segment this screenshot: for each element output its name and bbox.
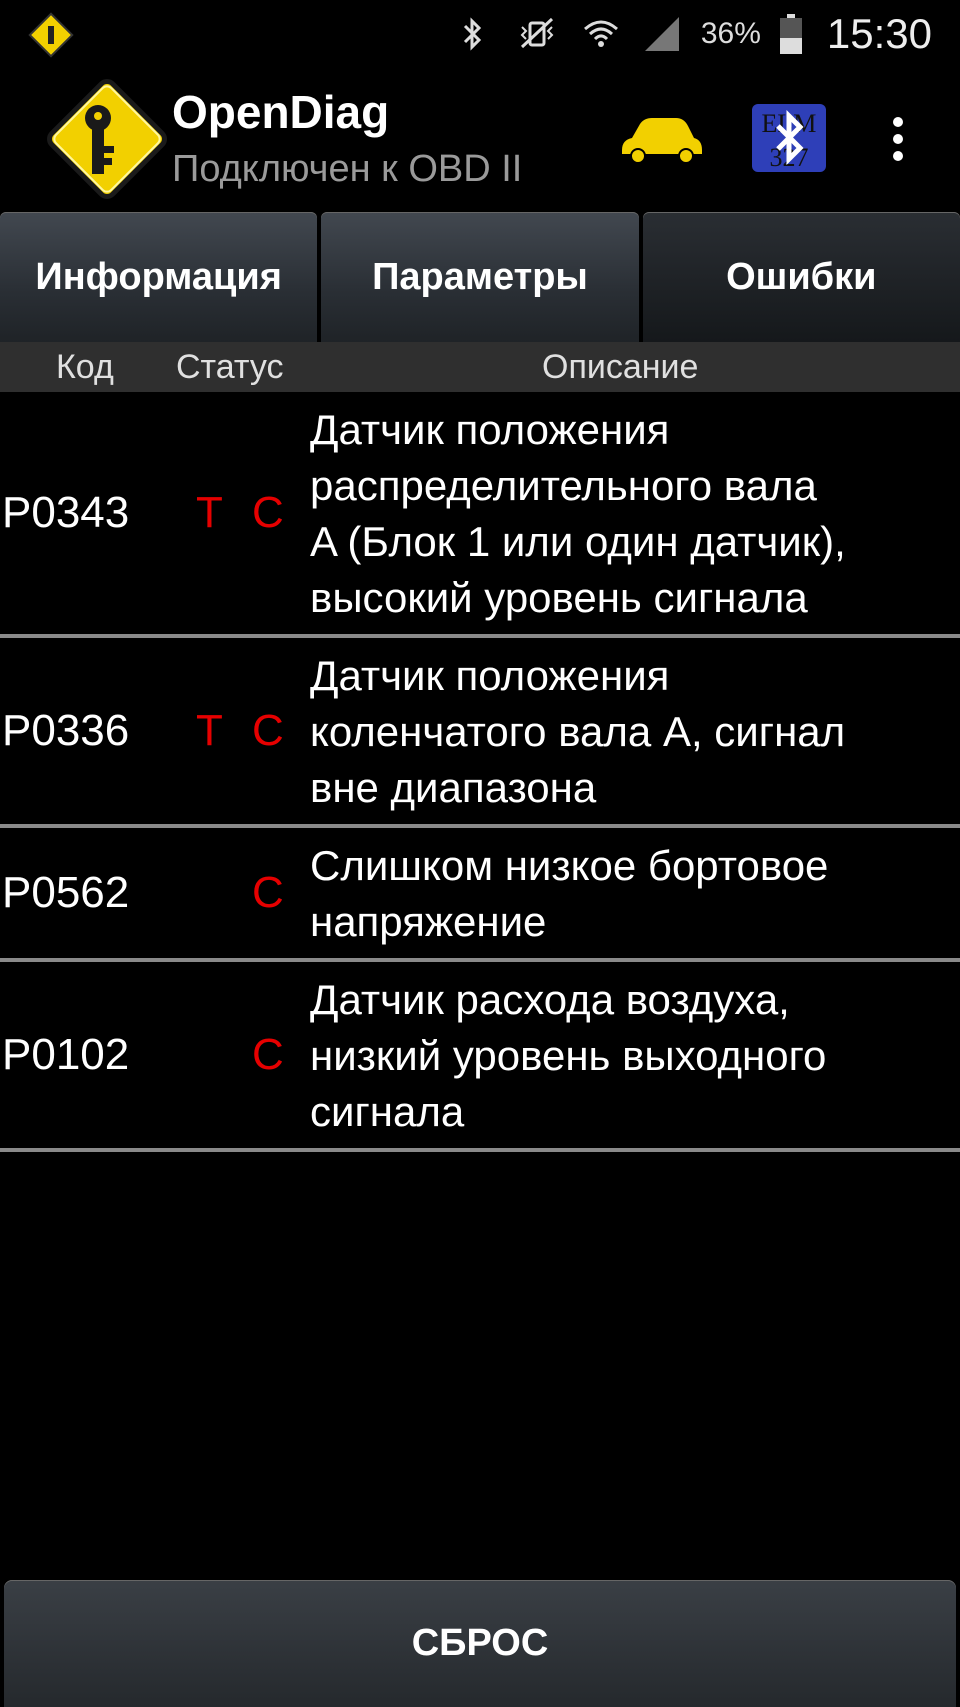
header-status: Статус [176,348,284,386]
error-description: Датчик расхода воздуха, низкий уровень в… [310,976,827,1135]
status-c: C [252,1030,284,1079]
reset-button[interactable]: СБРОС [4,1580,956,1707]
error-code: P0562 [2,868,130,917]
error-code: P0343 [2,488,130,537]
elm327-bluetooth-icon[interactable]: ELM 327 [752,104,826,172]
status-c: C [252,488,284,537]
car-icon[interactable] [618,114,704,166]
wifi-icon [583,20,618,47]
status-t: T [196,488,223,537]
connection-status: Подключен к OBD II [172,148,523,190]
error-code: P0336 [2,706,130,755]
header-description: Описание [542,348,699,386]
error-description: Датчик положения распределительного вала… [310,406,846,621]
table-row[interactable]: P0336 T C Датчик положения коленчатого в… [0,638,960,828]
status-t: T [196,706,223,755]
app-logo-icon[interactable] [40,72,174,206]
table-row[interactable]: P0102 C Датчик расхода воздуха, низкий у… [0,962,960,1152]
tab-bar: Информация Параметры Ошибки [0,212,960,342]
tab-information[interactable]: Информация [0,212,318,342]
battery-icon [779,14,802,54]
signal-icon [644,17,679,51]
bluetooth-icon [463,17,481,51]
table-row[interactable]: P0343 T C Датчик положения распределител… [0,392,960,638]
clock: 15:30 [826,10,932,57]
app-title: OpenDiag [172,86,390,138]
error-description: Датчик положения коленчатого вала A, сиг… [310,652,846,811]
tab-parameters[interactable]: Параметры [321,212,639,342]
error-description: Слишком низкое бортовое напряжение [310,842,829,945]
status-bar: 36% 15:30 [0,0,960,68]
error-list: P0343 T C Датчик положения распределител… [0,392,960,1152]
app-notification-icon [28,12,74,58]
action-bar: OpenDiag Подключен к OBD II ELM 327 [0,68,960,210]
header-code: Код [56,348,114,386]
overflow-menu-icon[interactable] [886,114,910,164]
status-c: C [252,706,284,755]
status-c: C [252,868,284,917]
table-header: Код Статус Описание [0,342,960,392]
table-row[interactable]: P0562 C Слишком низкое бортовое напряжен… [0,828,960,962]
error-code: P0102 [2,1030,130,1079]
tab-errors[interactable]: Ошибки [642,212,960,342]
battery-percentage: 36% [700,17,761,50]
vibrate-icon [520,17,554,49]
